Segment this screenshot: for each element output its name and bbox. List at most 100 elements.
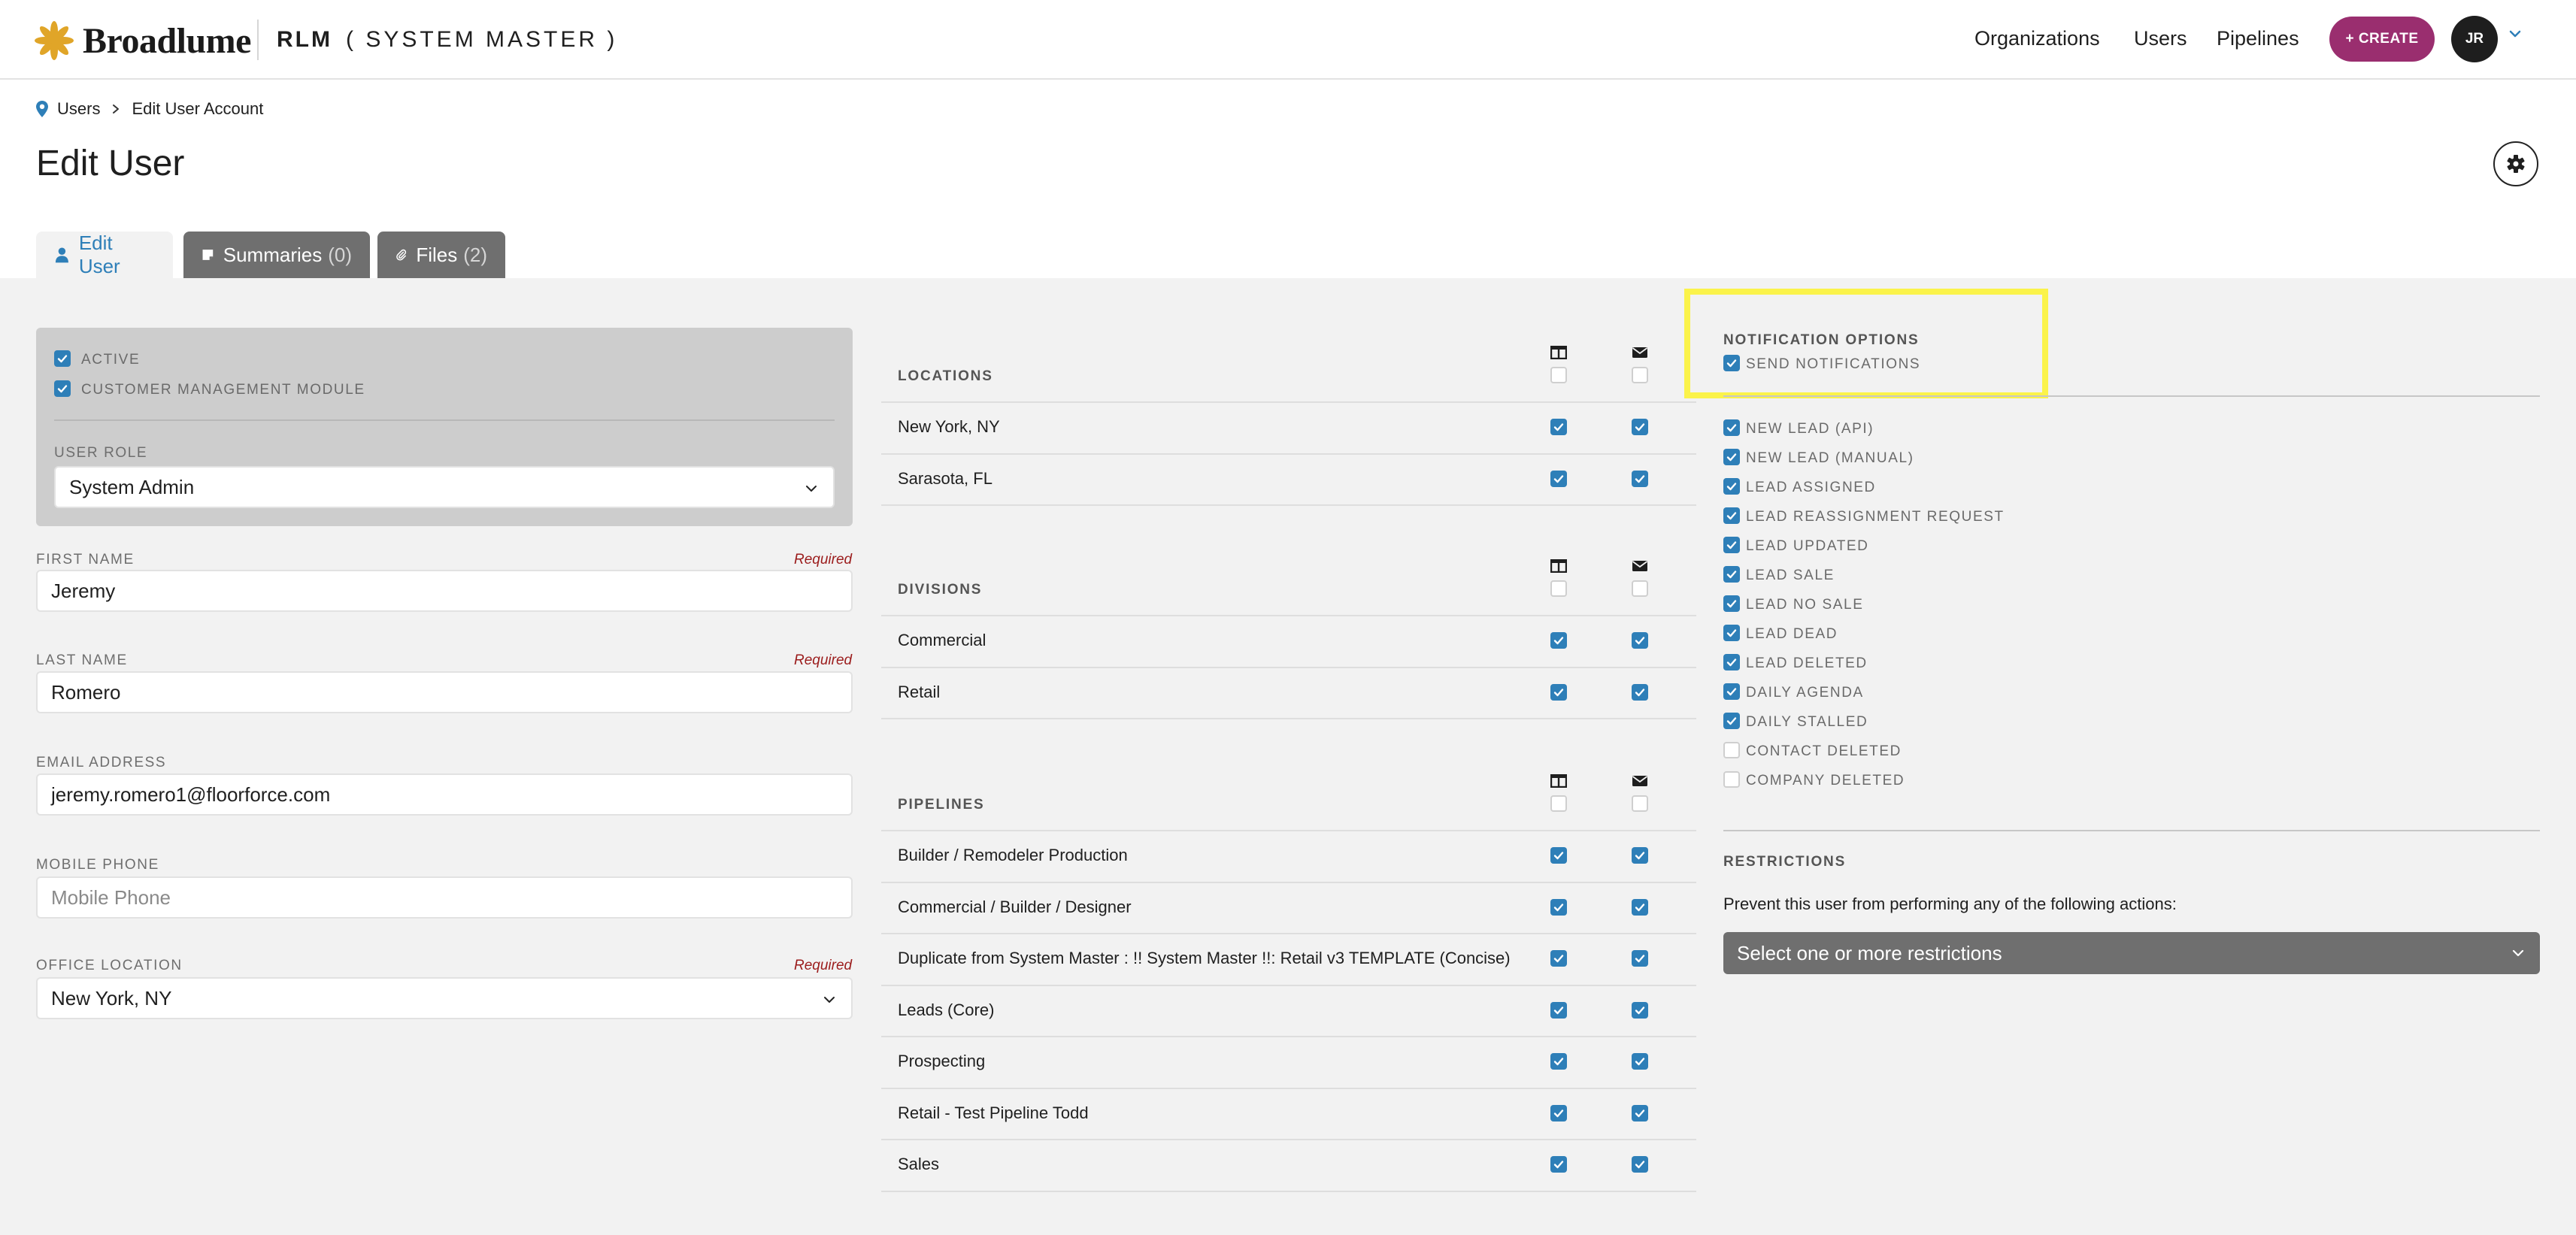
divisions-select-all-email-checkbox[interactable] — [1632, 580, 1648, 597]
divisions-select-all-view-checkbox[interactable] — [1550, 580, 1567, 597]
user-role-label: USER ROLE — [54, 445, 148, 461]
mobile-phone-input[interactable]: Mobile Phone — [36, 876, 853, 919]
notification-checkbox[interactable] — [1723, 478, 1740, 495]
list-item: New York, NY — [898, 417, 1000, 437]
header-divider — [257, 20, 259, 60]
notification-checkbox[interactable] — [1723, 537, 1740, 553]
list-item: Leads (Core) — [898, 1000, 995, 1019]
nav-organizations[interactable]: Organizations — [1974, 27, 2100, 50]
tab-files[interactable]: Files (2) — [377, 232, 505, 278]
notification-label: LEAD REASSIGNMENT REQUEST — [1746, 509, 2005, 525]
chevron-down-icon[interactable] — [2507, 26, 2523, 42]
email-permission-checkbox[interactable] — [1632, 1156, 1648, 1173]
restrictions-select[interactable]: Select one or more restrictions — [1723, 932, 2540, 974]
envelope-icon — [1632, 347, 1648, 358]
note-icon — [202, 250, 214, 260]
last-name-input[interactable]: Romero — [36, 671, 853, 713]
notification-label: NEW LEAD (API) — [1746, 421, 1874, 437]
view-permission-checkbox[interactable] — [1550, 683, 1567, 701]
account-divider — [54, 419, 835, 421]
email-permission-checkbox[interactable] — [1632, 1104, 1648, 1121]
send-notifications-checkbox[interactable] — [1723, 355, 1740, 371]
row-divider — [881, 881, 1696, 883]
notification-checkbox[interactable] — [1723, 595, 1740, 612]
notification-checkbox[interactable] — [1723, 713, 1740, 729]
office-location-label: OFFICE LOCATION — [36, 958, 183, 973]
email-permission-checkbox[interactable] — [1632, 419, 1648, 436]
row-divider — [881, 615, 1696, 616]
notification-checkbox[interactable] — [1723, 625, 1740, 641]
view-permission-checkbox[interactable] — [1550, 898, 1567, 916]
list-item: Prospecting — [898, 1052, 986, 1071]
app-context: ( SYSTEM MASTER ) — [346, 27, 618, 52]
row-divider — [881, 933, 1696, 934]
last-name-label: LAST NAME — [36, 652, 128, 668]
view-permission-checkbox[interactable] — [1550, 632, 1567, 649]
office-location-select[interactable]: New York, NY — [36, 977, 853, 1019]
chevron-right-icon — [113, 104, 120, 114]
view-permission-checkbox[interactable] — [1550, 1053, 1567, 1070]
page-title: Edit User — [36, 144, 185, 183]
email-input[interactable]: jeremy.romero1@floorforce.com — [36, 773, 853, 816]
notification-label: LEAD DEAD — [1746, 626, 1838, 642]
brand-logo[interactable]: Broadlume — [33, 20, 251, 62]
envelope-icon — [1632, 561, 1648, 571]
view-permission-checkbox[interactable] — [1550, 1156, 1567, 1173]
email-permission-checkbox[interactable] — [1632, 950, 1648, 967]
settings-button[interactable] — [2493, 141, 2538, 186]
active-checkbox[interactable] — [54, 350, 71, 367]
breadcrumb: Users Edit User Account — [36, 99, 263, 119]
mobile-phone-label: MOBILE PHONE — [36, 857, 159, 873]
notification-label: LEAD ASSIGNED — [1746, 480, 1876, 495]
notification-checkbox[interactable] — [1723, 771, 1740, 788]
nav-users[interactable]: Users — [2134, 27, 2187, 50]
chevron-down-icon — [2512, 949, 2524, 957]
cmm-checkbox[interactable] — [54, 380, 71, 397]
notification-label: LEAD NO SALE — [1746, 597, 1864, 613]
email-permission-checkbox[interactable] — [1632, 632, 1648, 649]
chevron-down-icon — [824, 997, 835, 1003]
view-permission-checkbox[interactable] — [1550, 1001, 1567, 1019]
chevron-down-icon — [806, 486, 817, 492]
active-label: ACTIVE — [81, 352, 141, 368]
user-icon — [55, 247, 68, 263]
list-item: Retail - Test Pipeline Todd — [898, 1103, 1089, 1122]
view-permission-checkbox[interactable] — [1550, 847, 1567, 864]
breadcrumb-users-link[interactable]: Users — [57, 99, 100, 119]
notification-checkbox[interactable] — [1723, 683, 1740, 700]
email-permission-checkbox[interactable] — [1632, 898, 1648, 916]
tab-summaries[interactable]: Summaries (0) — [183, 232, 370, 278]
email-permission-checkbox[interactable] — [1632, 847, 1648, 864]
notification-checkbox[interactable] — [1723, 507, 1740, 524]
view-permission-checkbox[interactable] — [1550, 1104, 1567, 1121]
pipelines-select-all-email-checkbox[interactable] — [1632, 795, 1648, 812]
row-divider — [881, 401, 1696, 403]
tab-label: Summaries — [223, 243, 323, 266]
tab-edit-user[interactable]: Edit User — [36, 232, 173, 278]
tab-count: (2) — [463, 243, 487, 266]
notification-checkbox[interactable] — [1723, 419, 1740, 436]
create-button[interactable]: + CREATE — [2329, 17, 2435, 62]
email-permission-checkbox[interactable] — [1632, 470, 1648, 487]
locations-select-all-view-checkbox[interactable] — [1550, 367, 1567, 383]
notification-checkbox[interactable] — [1723, 449, 1740, 465]
pipelines-select-all-view-checkbox[interactable] — [1550, 795, 1567, 812]
first-name-input[interactable]: Jeremy — [36, 570, 853, 612]
user-role-select[interactable]: System Admin — [54, 466, 835, 508]
notification-checkbox[interactable] — [1723, 566, 1740, 583]
avatar[interactable]: JR — [2451, 16, 2498, 62]
nav-pipelines[interactable]: Pipelines — [2217, 27, 2299, 50]
notification-checkbox[interactable] — [1723, 742, 1740, 758]
view-permission-checkbox[interactable] — [1550, 419, 1567, 436]
view-permission-checkbox[interactable] — [1550, 950, 1567, 967]
locations-select-all-email-checkbox[interactable] — [1632, 367, 1648, 383]
notification-divider — [1723, 395, 2540, 397]
notification-checkbox[interactable] — [1723, 654, 1740, 670]
locations-title: LOCATIONS — [898, 368, 993, 384]
office-location-required: Required — [794, 958, 853, 973]
email-permission-checkbox[interactable] — [1632, 683, 1648, 701]
email-permission-checkbox[interactable] — [1632, 1053, 1648, 1070]
send-notifications-label: SEND NOTIFICATIONS — [1746, 356, 1921, 372]
view-permission-checkbox[interactable] — [1550, 470, 1567, 487]
email-permission-checkbox[interactable] — [1632, 1001, 1648, 1019]
